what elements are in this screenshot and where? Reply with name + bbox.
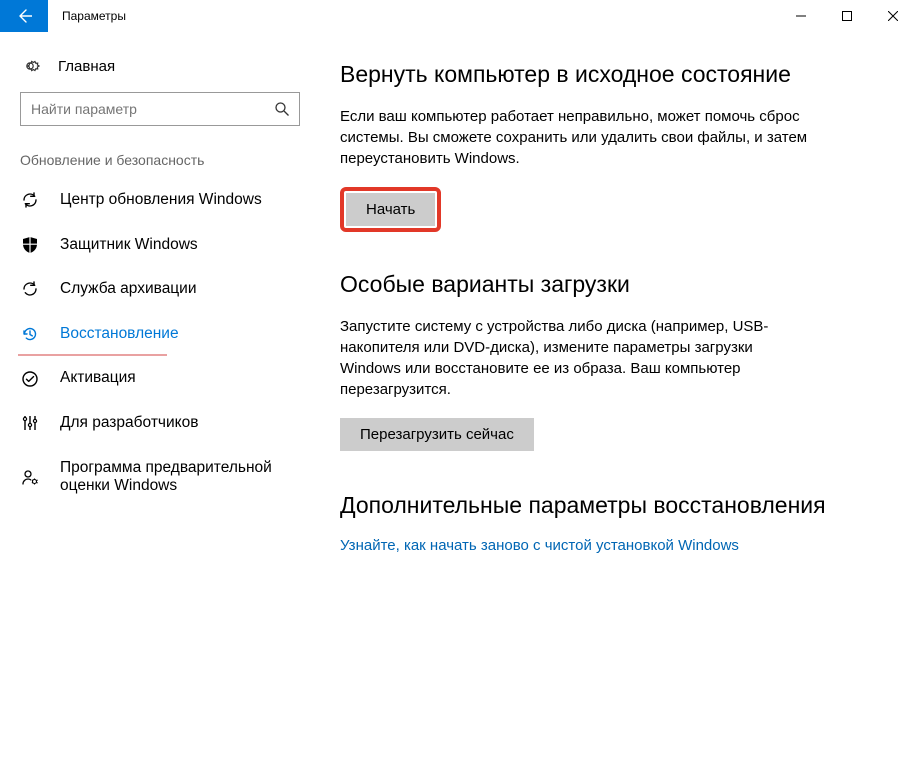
search-box[interactable]	[20, 92, 300, 126]
sync-icon	[20, 191, 40, 209]
sidebar-item-activation[interactable]: Активация	[8, 356, 312, 401]
sidebar-item-developers[interactable]: Для разработчиков	[8, 401, 312, 446]
arrow-left-icon	[16, 8, 32, 24]
maximize-icon	[842, 11, 852, 21]
backup-icon	[20, 280, 40, 298]
reset-button-highlight: Начать	[340, 187, 441, 232]
reset-body: Если ваш компьютер работает неправильно,…	[340, 106, 810, 169]
sidebar-home[interactable]: Главная	[8, 46, 312, 86]
titlebar: Параметры	[0, 0, 916, 32]
sidebar: Главная Обновление и безопасность Центр …	[0, 32, 320, 777]
reset-heading: Вернуть компьютер в исходное состояние	[340, 60, 882, 90]
sidebar-item-label: Программа предварительной оценки Windows	[60, 459, 300, 496]
sidebar-item-label: Для разработчиков	[60, 414, 198, 433]
advanced-startup-heading: Особые варианты загрузки	[340, 270, 882, 300]
sidebar-item-defender[interactable]: Защитник Windows	[8, 223, 312, 268]
close-icon	[888, 11, 898, 21]
back-button[interactable]	[0, 0, 48, 32]
sidebar-item-label: Восстановление	[60, 325, 179, 344]
person-cog-icon	[20, 468, 40, 486]
advanced-startup-body: Запустите систему с устройства либо диск…	[340, 316, 810, 400]
window-title: Параметры	[48, 9, 778, 23]
check-circle-icon	[20, 370, 40, 388]
more-recovery-heading: Дополнительные параметры восстановления	[340, 491, 882, 521]
reset-start-button[interactable]: Начать	[346, 193, 435, 226]
sidebar-item-insider[interactable]: Программа предварительной оценки Windows	[8, 446, 312, 509]
shield-icon	[20, 236, 40, 254]
sidebar-group-header: Обновление и безопасность	[8, 136, 312, 178]
sidebar-item-label: Служба архивации	[60, 280, 197, 299]
gear-icon	[20, 56, 40, 76]
minimize-button[interactable]	[778, 0, 824, 32]
sidebar-item-backup[interactable]: Служба архивации	[8, 267, 312, 312]
history-icon	[20, 325, 40, 343]
minimize-icon	[796, 11, 806, 21]
fresh-start-link[interactable]: Узнайте, как начать заново с чистой уста…	[340, 537, 739, 554]
close-button[interactable]	[870, 0, 916, 32]
sidebar-item-label: Активация	[60, 369, 136, 388]
main-content: Вернуть компьютер в исходное состояние Е…	[320, 32, 916, 777]
sidebar-item-windows-update[interactable]: Центр обновления Windows	[8, 178, 312, 223]
search-input[interactable]	[21, 101, 265, 117]
sliders-icon	[20, 414, 40, 432]
sidebar-item-label: Центр обновления Windows	[60, 191, 262, 210]
window-controls	[778, 0, 916, 32]
sidebar-item-label: Защитник Windows	[60, 236, 198, 255]
restart-now-button[interactable]: Перезагрузить сейчас	[340, 418, 534, 451]
sidebar-home-label: Главная	[58, 58, 115, 75]
search-icon[interactable]	[265, 101, 299, 117]
sidebar-item-recovery[interactable]: Восстановление	[8, 312, 312, 357]
maximize-button[interactable]	[824, 0, 870, 32]
